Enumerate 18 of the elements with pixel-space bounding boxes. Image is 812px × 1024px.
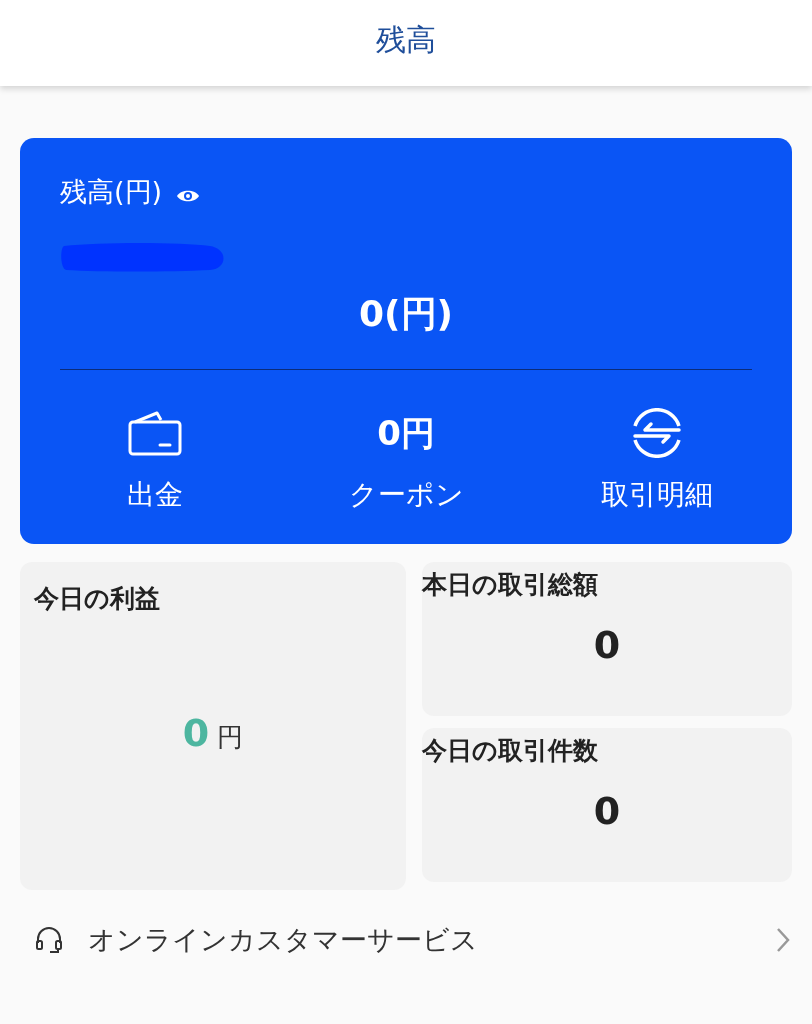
action-button[interactable]: 0円 クーポン [311,408,501,514]
panel-title: 今日の取引件数 [422,735,599,767]
panel-title: 本日の取引総額 [422,569,599,601]
action-button[interactable]: 取引明細 [562,408,752,514]
stat-value: 0 [592,789,622,833]
panel-title: 今日の利益 [34,583,161,615]
headset-icon [34,925,64,955]
chevron-right-icon [776,927,790,953]
balance-label: 残高(円) [60,175,163,209]
profit-value: 0 [182,711,210,755]
action-button[interactable]: 出金 [60,408,250,514]
page-title: 残高 [376,21,436,59]
currency-unit: 円 [217,721,244,754]
customer-service-link[interactable]: オンラインカスタマーサービス [34,910,790,970]
stat-value: 0 [592,623,622,667]
eye-icon[interactable] [176,188,201,204]
coupon-value: 0円 [377,412,435,455]
balance-amount: 0(円) [358,292,454,336]
